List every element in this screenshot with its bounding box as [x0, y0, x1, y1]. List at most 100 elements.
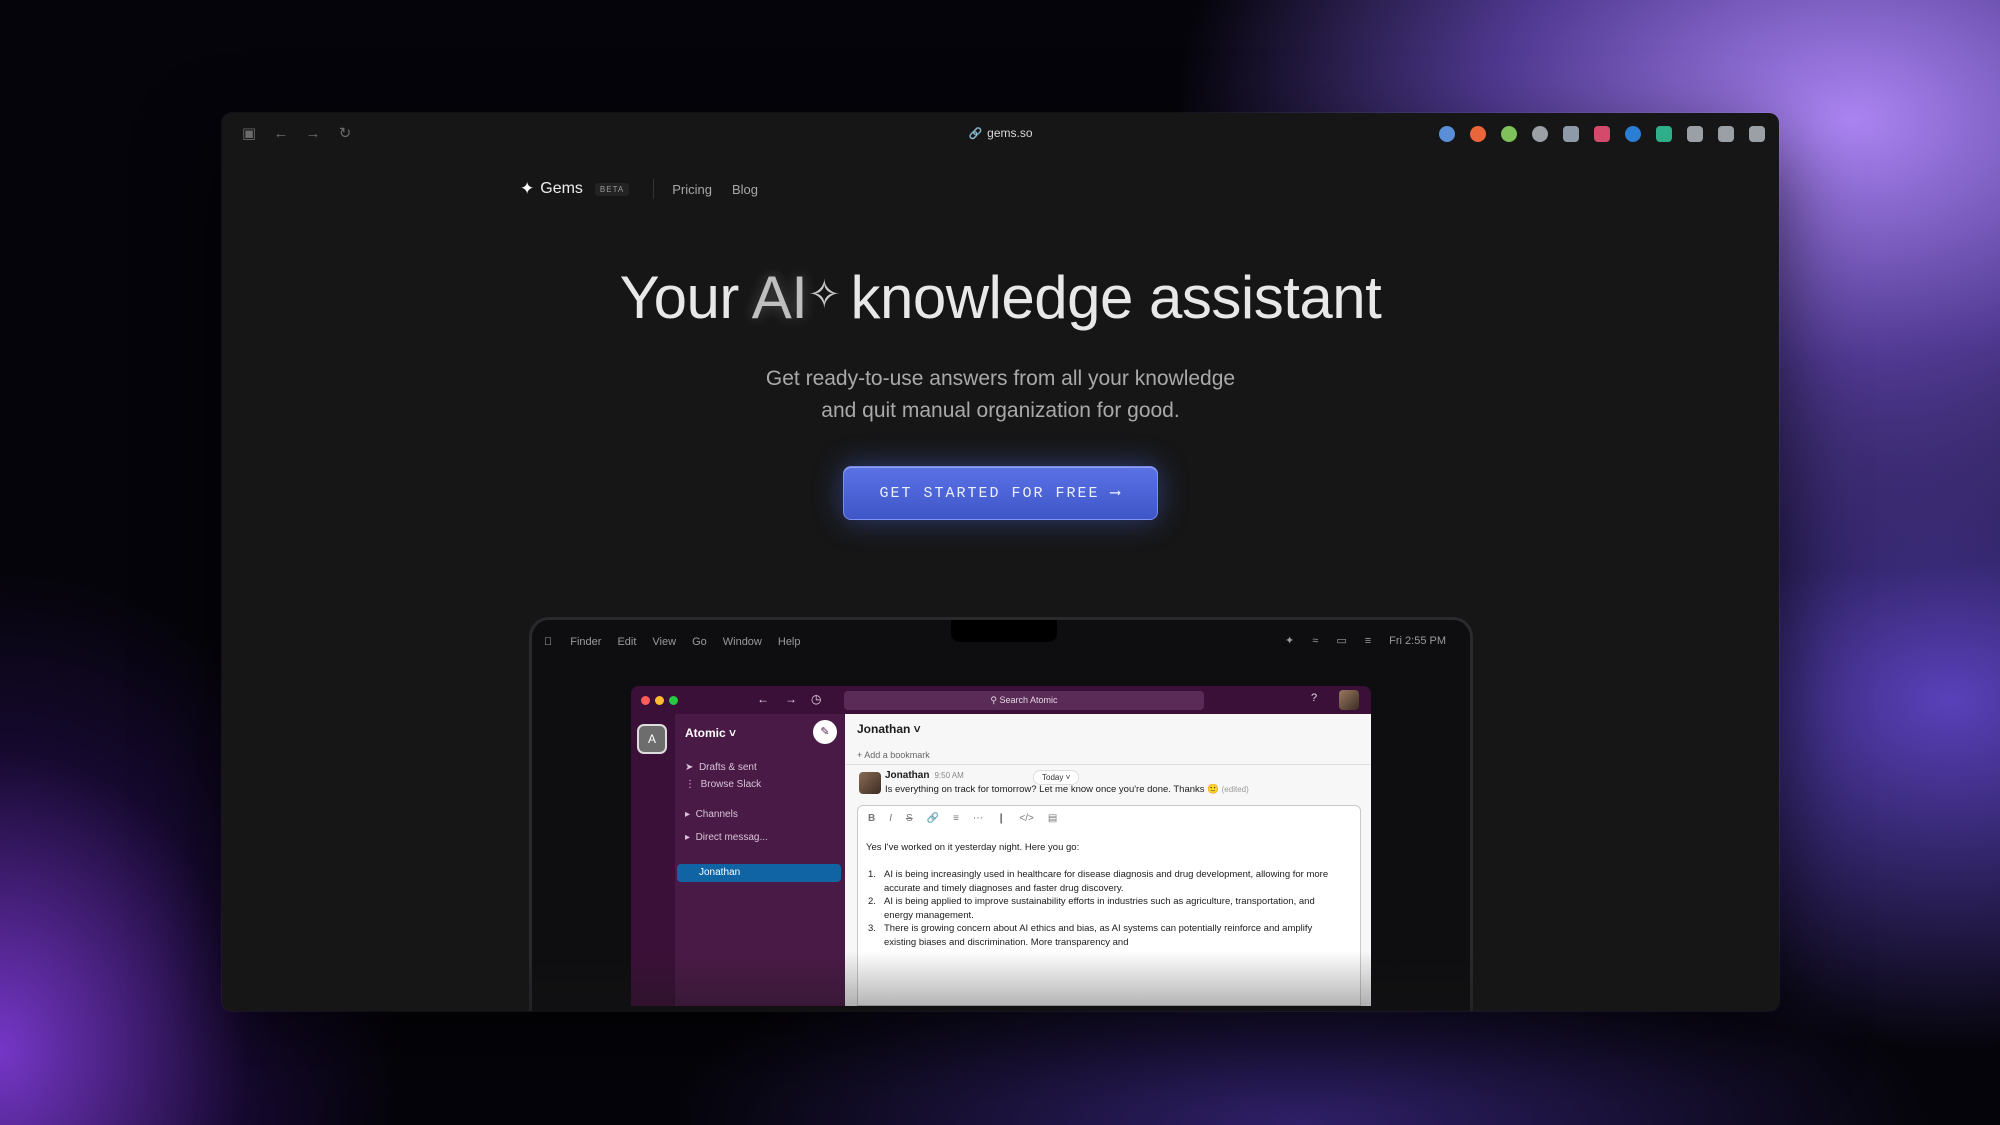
- workspace-name[interactable]: Atomic ˅: [685, 726, 736, 740]
- browser-extension-icon[interactable]: [1594, 126, 1610, 142]
- logo-text[interactable]: Gems: [540, 180, 583, 198]
- browser-extension-icon[interactable]: [1656, 126, 1672, 142]
- message-author: Jonathan 9:50 AM: [885, 770, 964, 781]
- bottom-fade: [222, 951, 1779, 1011]
- hero-title-post: knowledge assistant: [850, 264, 1382, 331]
- hero-title-pre: Your: [619, 264, 740, 331]
- battery-icon: ▭: [1336, 635, 1347, 647]
- browser-extension-icon[interactable]: [1532, 126, 1548, 142]
- edited-tag: (edited): [1221, 785, 1249, 794]
- minimize-window-icon[interactable]: [655, 696, 664, 705]
- back-arrow-icon[interactable]: ←: [757, 692, 769, 706]
- date-divider-button[interactable]: Today ˅: [1033, 770, 1080, 785]
- message-avatar[interactable]: [859, 772, 881, 794]
- browser-extension-icon[interactable]: [1687, 126, 1703, 142]
- menu-window: Window: [714, 636, 762, 648]
- browser-window: ▣ ← → ↻ 🔗 gems.so ✦ Gems BETA Pricing Blo…: [222, 113, 1779, 1011]
- sidebar-item-jonathan[interactable]: Jonathan: [677, 864, 841, 882]
- code-icon[interactable]: </>: [1019, 813, 1033, 824]
- code-block-icon[interactable]: ▤: [1048, 813, 1057, 824]
- slack-titlebar: ← → ◷ ⚲ Search Atomic ?: [631, 686, 1371, 714]
- message-author-name: Jonathan: [885, 770, 930, 781]
- slack-search-input[interactable]: ⚲ Search Atomic: [844, 691, 1204, 710]
- strikethrough-icon[interactable]: S: [906, 813, 913, 824]
- chat-header[interactable]: Jonathan ˅: [857, 722, 921, 736]
- extensions-bar: [1439, 126, 1765, 142]
- browser-extension-icon[interactable]: [1501, 126, 1517, 142]
- menu-finder: Finder: [562, 636, 601, 648]
- sidebar-item-dms[interactable]: ▸ Direct messag...: [685, 832, 768, 843]
- message-time: 9:50 AM: [934, 771, 964, 780]
- wifi-icon: ≈: [1312, 634, 1319, 647]
- sparkle-icon: ✧: [807, 273, 841, 317]
- sidebar-dms-label: Direct messag...: [695, 832, 768, 843]
- control-center-icon: ≡: [1364, 634, 1372, 647]
- maximize-window-icon[interactable]: [669, 696, 678, 705]
- list-item: 1. AI is being increasingly used in healt…: [868, 868, 1346, 895]
- forward-arrow-icon[interactable]: →: [785, 692, 797, 706]
- sidebar-item-drafts[interactable]: ➤ Drafts & sent: [685, 762, 757, 773]
- site-nav: ✦ Gems BETA Pricing Blog: [520, 179, 778, 199]
- hero-subtitle: Get ready-to-use answers from all your k…: [222, 363, 1779, 427]
- sidebar-drafts-label: Drafts & sent: [698, 762, 757, 773]
- browser-extension-icon[interactable]: [1563, 126, 1579, 142]
- list-item: 3. There is growing concern about AI ethi…: [868, 922, 1346, 949]
- slack-search-text: Search Atomic: [999, 695, 1058, 705]
- browser-extension-icon[interactable]: [1439, 126, 1455, 142]
- link-icon: 🔗: [968, 128, 983, 140]
- link-format-icon[interactable]: 🔗: [927, 813, 939, 824]
- draft-intro: Yes I've worked on it yesterday night. H…: [866, 842, 1080, 853]
- list-item-text: AI is being applied to improve sustainab…: [884, 896, 1315, 921]
- hero-subtitle-line2: and quit manual organization for good.: [821, 399, 1180, 422]
- apple-icon: : [544, 636, 552, 648]
- chat-divider: [845, 764, 1371, 765]
- nav-link-blog[interactable]: Blog: [732, 182, 758, 197]
- sparkle-logo-icon: ✦: [520, 179, 535, 198]
- sidebar-browse-label: Browse Slack: [700, 779, 762, 790]
- nav-link-pricing[interactable]: Pricing: [672, 182, 712, 197]
- browser-extension-icon[interactable]: [1470, 126, 1486, 142]
- mac-menubar:  Finder Edit View Go Window Help ✦ ≈ ▭ …: [544, 632, 1458, 652]
- ordered-list-icon[interactable]: ≡: [953, 813, 959, 824]
- list-item-text: AI is being increasingly used in healthc…: [884, 869, 1329, 894]
- search-icon: ⚲: [990, 695, 998, 705]
- blockquote-icon[interactable]: ❙: [997, 813, 1005, 824]
- browser-extension-icon[interactable]: [1749, 126, 1765, 142]
- mac-clock: Fri 2:55 PM: [1389, 634, 1446, 647]
- list-item: 2. AI is being applied to improve sustain…: [868, 895, 1346, 922]
- italic-icon[interactable]: I: [889, 813, 892, 824]
- draft-list: 1. AI is being increasingly used in healt…: [868, 868, 1346, 949]
- format-toolbar: B I S 🔗 ≡ ⋯ ❙ </> ▤: [868, 813, 1057, 824]
- help-icon[interactable]: ?: [1311, 692, 1317, 704]
- message-body: Is everything on track for tomorrow? Let…: [885, 784, 1249, 795]
- browser-toolbar: ▣ ← → ↻ 🔗 gems.so: [222, 113, 1779, 157]
- list-item-text: There is growing concern about AI ethics…: [884, 923, 1313, 948]
- message-text: Is everything on track for tomorrow? Let…: [885, 784, 1219, 795]
- mac-status-area: ✦ ≈ ▭ ≡ Fri 2:55 PM: [1285, 634, 1446, 648]
- bold-icon[interactable]: B: [868, 813, 875, 824]
- close-window-icon[interactable]: [641, 696, 650, 705]
- nav-divider: [653, 179, 655, 199]
- sidebar-channels-label: Channels: [695, 809, 738, 820]
- menu-view: View: [644, 636, 676, 648]
- menu-go: Go: [683, 636, 707, 648]
- hero-title-ai: AI: [751, 264, 808, 331]
- bullet-list-icon[interactable]: ⋯: [973, 813, 983, 824]
- workspace-badge[interactable]: A: [637, 724, 667, 754]
- hero-subtitle-line1: Get ready-to-use answers from all your k…: [765, 367, 1236, 390]
- sidebar-item-browse[interactable]: ⋮ Browse Slack: [685, 779, 761, 790]
- browser-extension-icon[interactable]: [1625, 126, 1641, 142]
- sidebar-item-channels[interactable]: ▸ Channels: [685, 809, 738, 820]
- menu-help: Help: [769, 636, 801, 648]
- sparkle-status-icon: ✦: [1285, 635, 1295, 647]
- user-avatar[interactable]: [1339, 690, 1359, 710]
- add-bookmark-link[interactable]: + Add a bookmark: [857, 750, 930, 760]
- get-started-button[interactable]: GET STARTED FOR FREE ⟶: [843, 466, 1158, 520]
- compose-icon[interactable]: ✎: [813, 720, 837, 744]
- menu-edit: Edit: [609, 636, 636, 648]
- browser-extension-icon[interactable]: [1718, 126, 1734, 142]
- url-text: gems.so: [987, 126, 1033, 140]
- beta-badge: BETA: [594, 182, 630, 196]
- hero-title: Your AI✧ knowledge assistant: [222, 263, 1779, 332]
- history-icon[interactable]: ◷: [811, 692, 821, 706]
